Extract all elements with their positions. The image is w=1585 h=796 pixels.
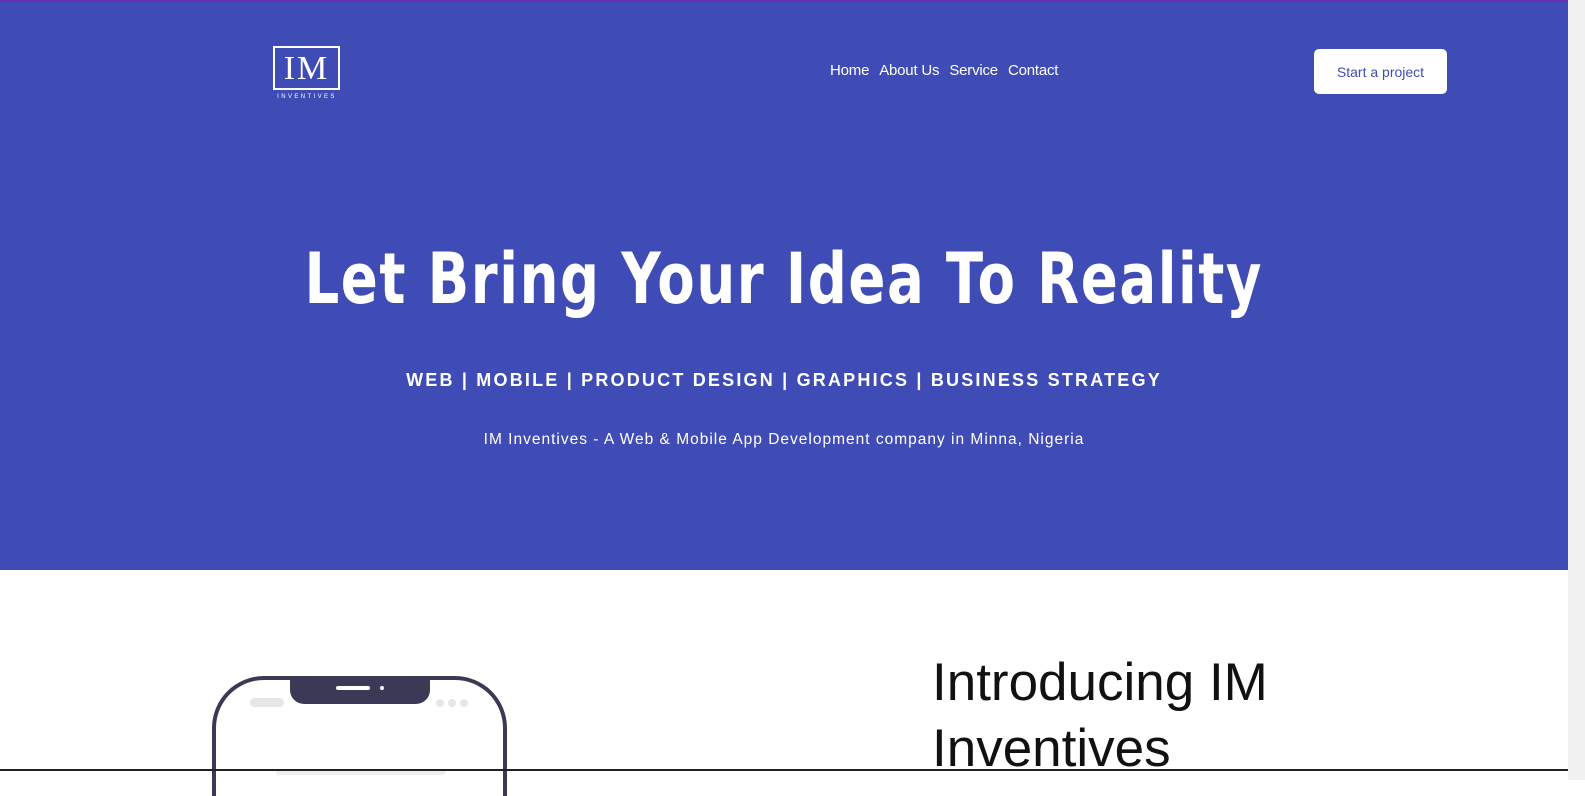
nav-item-about-us[interactable]: About Us <box>879 62 949 79</box>
logo-subtitle: INVENTIVES <box>277 94 337 100</box>
brand-logo[interactable]: IM INVENTIVES <box>273 46 341 104</box>
nav-item-contact[interactable]: Contact <box>1008 62 1068 79</box>
phone-notch <box>290 680 430 704</box>
intro-title: Introducing IM Inventives <box>932 653 1268 778</box>
phone-status-dot <box>460 699 468 707</box>
phone-status-bar <box>250 698 284 707</box>
hero-tagline: IM Inventives - A Web & Mobile App Devel… <box>483 431 1085 448</box>
page-divider <box>0 769 1568 771</box>
phone-speaker <box>336 686 370 690</box>
phone-status-dot <box>448 699 456 707</box>
nav-item-service[interactable]: Service <box>949 62 1008 79</box>
hero-services: WEB | MOBILE | PRODUCT DESIGN | GRAPHICS… <box>406 370 1162 390</box>
hero-section: IM INVENTIVES Home About Us Service Cont… <box>0 0 1568 570</box>
logo-mark: IM <box>283 50 330 87</box>
logo-box: IM <box>273 46 340 90</box>
nav-item-home[interactable]: Home <box>830 62 879 79</box>
smartphone-illustration <box>212 676 507 796</box>
phone-camera-icon <box>380 686 384 690</box>
phone-status-dot <box>436 699 444 707</box>
scrollbar[interactable] <box>1568 0 1585 780</box>
main-nav: Home About Us Service Contact <box>826 62 1068 79</box>
start-project-button[interactable]: Start a project <box>1314 49 1447 94</box>
hero-headline: Let Bring Your Idea To Reality <box>304 238 1264 320</box>
